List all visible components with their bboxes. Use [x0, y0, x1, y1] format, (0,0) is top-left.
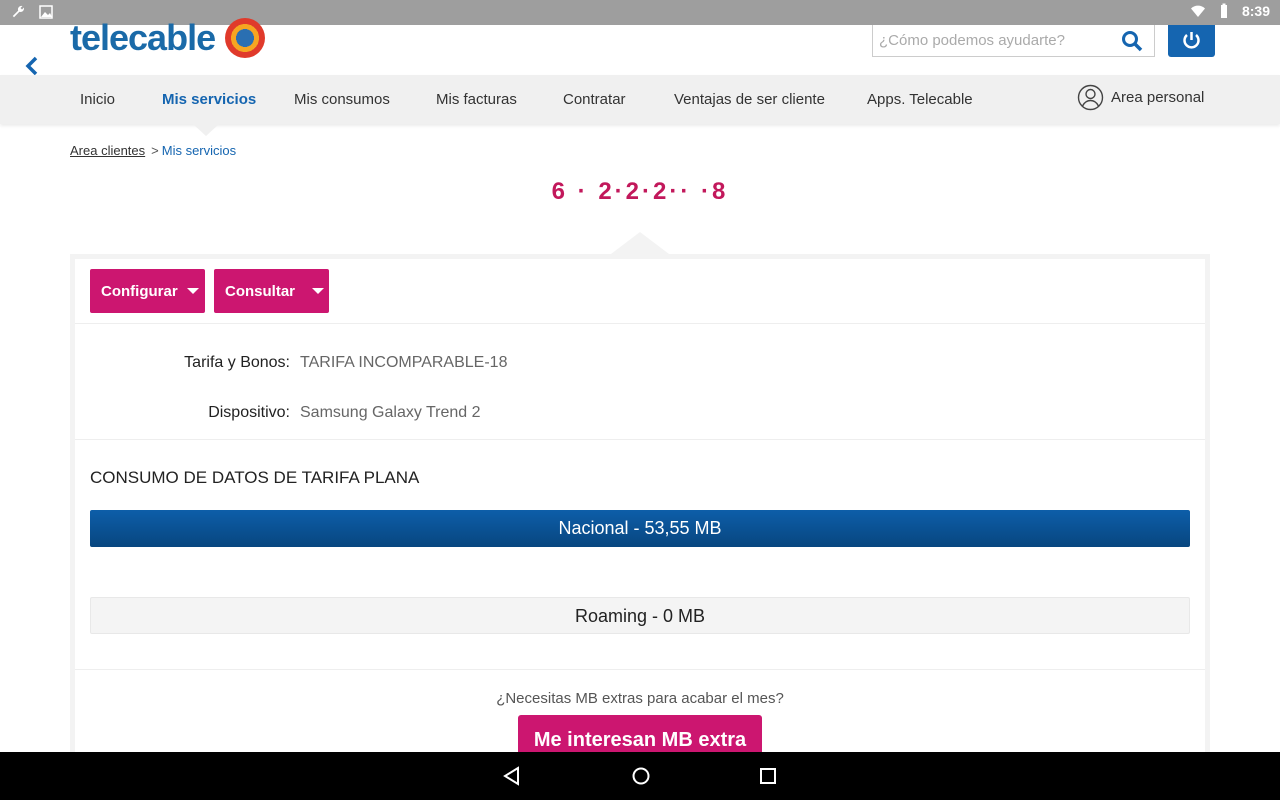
- battery-icon: [1220, 3, 1227, 18]
- main-nav: Inicio Mis servicios Mis consumos Mis fa…: [0, 75, 1280, 124]
- extra-mb-question: ¿Necesitas MB extras para acabar el mes?: [496, 690, 784, 707]
- recents-icon[interactable]: [759, 766, 777, 786]
- nacional-usage-bar[interactable]: Nacional - 53,55 MB: [90, 510, 1190, 547]
- home-icon[interactable]: [631, 766, 651, 786]
- tarifa-label: Tarifa y Bonos:: [184, 354, 290, 371]
- breadcrumb-separator: >: [151, 143, 159, 158]
- back-icon[interactable]: [502, 766, 522, 786]
- nav-item-inicio[interactable]: Inicio: [80, 91, 115, 108]
- nav-item-mis-facturas[interactable]: Mis facturas: [436, 91, 517, 108]
- nav-item-ventajas[interactable]: Ventajas de ser cliente: [674, 91, 825, 108]
- telecable-logo[interactable]: telecable: [70, 17, 266, 59]
- wifi-icon: [1190, 5, 1205, 17]
- header: telecable: [0, 17, 1280, 77]
- logout-button[interactable]: [1168, 25, 1215, 57]
- search-box: [872, 25, 1155, 57]
- breadcrumb: Area clientes > Mis servicios: [70, 143, 236, 158]
- divider: [75, 669, 1205, 670]
- configurar-dropdown-button[interactable]: Configurar: [90, 269, 205, 313]
- tarifa-value: TARIFA INCOMPARABLE-18: [300, 354, 508, 371]
- divider: [75, 439, 1205, 440]
- logo-text: telecable: [70, 17, 216, 58]
- caret-down-icon: [312, 288, 325, 294]
- image-icon: [39, 5, 53, 19]
- search-input[interactable]: [873, 25, 1113, 55]
- divider: [75, 323, 1205, 324]
- logo-ring-icon: [225, 18, 266, 58]
- nav-item-mis-servicios[interactable]: Mis servicios: [162, 91, 256, 108]
- area-personal-label: Area personal: [1111, 89, 1205, 106]
- user-icon: [1077, 84, 1104, 111]
- service-panel-content: Configurar Consultar Tarifa y Bonos: TAR…: [75, 259, 1205, 774]
- breadcrumb-current: Mis servicios: [161, 143, 237, 158]
- area-personal-link[interactable]: Area personal: [1077, 84, 1204, 111]
- consumo-section-title: CONSUMO DE DATOS DE TARIFA PLANA: [90, 468, 420, 487]
- dispositivo-value: Samsung Galaxy Trend 2: [300, 404, 481, 421]
- search-icon[interactable]: [1120, 29, 1144, 53]
- consultar-label: Consultar: [225, 282, 296, 300]
- configurar-label: Configurar: [101, 282, 178, 300]
- roaming-usage-bar[interactable]: Roaming - 0 MB: [90, 597, 1190, 634]
- caret-down-icon: [186, 288, 199, 294]
- android-nav-bar: [0, 752, 1280, 800]
- nav-active-indicator: [193, 124, 219, 136]
- consultar-dropdown-button[interactable]: Consultar: [214, 269, 329, 313]
- nav-item-apps[interactable]: Apps. Telecable: [867, 91, 973, 108]
- wrench-icon: [12, 5, 24, 18]
- phone-number: 6 · 2·2·2·· ·8: [551, 178, 729, 205]
- status-time: 8:39: [1241, 3, 1270, 19]
- service-panel: Configurar Consultar Tarifa y Bonos: TAR…: [70, 254, 1210, 774]
- nav-item-contratar[interactable]: Contratar: [563, 91, 626, 108]
- panel-pointer: [611, 232, 669, 254]
- dispositivo-label: Dispositivo:: [208, 404, 290, 421]
- power-icon: [1183, 32, 1200, 49]
- nav-item-mis-consumos[interactable]: Mis consumos: [294, 91, 390, 108]
- breadcrumb-area-clientes[interactable]: Area clientes: [70, 143, 145, 158]
- back-arrow-icon[interactable]: [22, 55, 44, 77]
